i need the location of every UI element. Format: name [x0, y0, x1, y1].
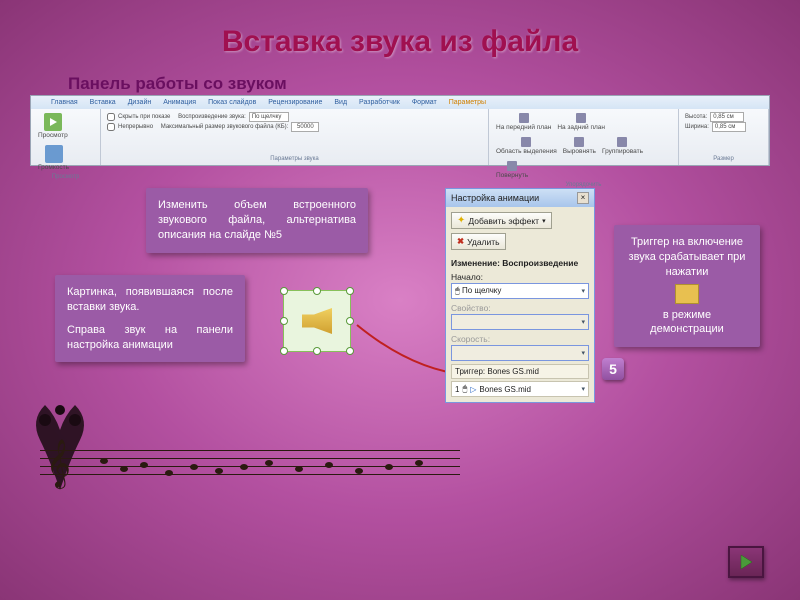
slide-number-badge: 5	[602, 358, 624, 380]
property-label: Свойство:	[451, 303, 589, 313]
close-button[interactable]: ×	[577, 192, 589, 204]
maxsize-field[interactable]: 50000	[291, 122, 319, 132]
ribbon-tabs: Главная Вставка Дизайн Анимация Показ сл…	[30, 95, 770, 109]
tab-slideshow[interactable]: Показ слайдов	[208, 99, 256, 106]
ribbon-toolbar: Просмотр Громкость Просмотр Скрыть при п…	[30, 108, 770, 166]
tab-view[interactable]: Вид	[334, 99, 347, 106]
tab-format[interactable]: Формат	[412, 99, 437, 106]
selection-pane-button[interactable]: Область выделения	[495, 136, 558, 156]
height-field[interactable]: 0,85 см	[710, 112, 744, 122]
resize-handle[interactable]	[280, 287, 288, 295]
resize-handle[interactable]	[280, 347, 288, 355]
tab-review[interactable]: Рецензирование	[268, 99, 322, 106]
maxsize-label: Максимальный размер звукового файла (КБ)…	[161, 124, 289, 130]
speaker-mini-icon	[675, 284, 699, 304]
loop-checkbox[interactable]	[107, 123, 115, 131]
speed-select: ▾	[451, 345, 589, 361]
callout-speaker-image: Картинка, появившаяся после вставки звук…	[55, 275, 245, 362]
chevron-down-icon: ▾	[581, 287, 585, 295]
resize-handle[interactable]	[346, 317, 354, 325]
speed-label: Скорость:	[451, 334, 589, 344]
tab-developer[interactable]: Разработчик	[359, 99, 400, 106]
playmode-label: Воспроизведение звука:	[178, 114, 246, 120]
play-icon: ▷	[470, 385, 476, 394]
align-button[interactable]: Выровнять	[562, 136, 597, 156]
ribbon-group-preview: Просмотр	[37, 174, 94, 180]
delete-icon: ✖	[457, 236, 464, 247]
rotate-button[interactable]: Повернуть	[495, 160, 529, 180]
callout-trigger-p2: в режиме демонстрации	[626, 308, 748, 338]
send-back-button[interactable]: На задний план	[556, 112, 606, 132]
tab-home[interactable]: Главная	[51, 99, 78, 106]
selection-pane-icon	[521, 137, 531, 147]
loop-label: Непрерывно	[118, 124, 153, 130]
tab-insert[interactable]: Вставка	[90, 99, 116, 106]
music-staff-decoration: 𝄞	[40, 440, 460, 492]
treble-clef-icon: 𝄞	[46, 440, 71, 488]
resize-handle[interactable]	[280, 317, 288, 325]
ribbon-group-sound-options: Параметры звука	[107, 156, 482, 162]
speaker-icon	[302, 308, 332, 334]
slide-subtitle: Панель работы со звуком	[68, 74, 800, 94]
play-icon	[44, 113, 62, 131]
hide-on-show-checkbox[interactable]	[107, 113, 115, 121]
tab-design[interactable]: Дизайн	[128, 99, 152, 106]
volume-icon	[45, 145, 63, 163]
height-label: Высота:	[685, 114, 707, 120]
callout-speaker-p2: Справа звук на панели настройка анимации	[67, 323, 233, 353]
next-slide-button[interactable]	[728, 546, 764, 578]
star-icon: ✦	[457, 215, 465, 226]
group-button[interactable]: Группировать	[601, 136, 644, 156]
volume-button[interactable]: Громкость	[37, 144, 70, 172]
trigger-row: Триггер: Bones GS.mid	[451, 364, 589, 379]
tab-options[interactable]: Параметры	[449, 99, 486, 106]
animation-pane-title: Настройка анимации	[451, 193, 539, 203]
start-label: Начало:	[451, 272, 589, 282]
callout-trigger: Триггер на включение звука срабатывает п…	[614, 225, 760, 347]
ribbon-group-size: Размер	[685, 156, 762, 162]
width-field[interactable]: 0,85 см	[712, 122, 746, 132]
play-preview-button[interactable]: Просмотр	[37, 112, 69, 140]
resize-handle[interactable]	[346, 347, 354, 355]
remove-effect-button[interactable]: ✖Удалить	[451, 233, 506, 250]
start-select[interactable]: 🖱 По щелчку▾	[451, 283, 589, 299]
callout-filesize: Изменить объем встроенного звукового фай…	[146, 188, 368, 253]
play-triangle-icon	[737, 553, 755, 571]
resize-handle[interactable]	[346, 287, 354, 295]
resize-handle[interactable]	[313, 347, 321, 355]
resize-handle[interactable]	[313, 287, 321, 295]
tab-animation[interactable]: Анимация	[163, 99, 196, 106]
bring-front-button[interactable]: На передний план	[495, 112, 552, 132]
animation-pane: Настройка анимации × ✦Добавить эффект ▾ …	[445, 188, 595, 403]
callout-trigger-p1: Триггер на включение звука срабатывает п…	[626, 235, 748, 280]
rotate-icon	[507, 161, 517, 171]
group-icon	[617, 137, 627, 147]
bring-front-icon	[519, 113, 529, 123]
send-back-icon	[576, 113, 586, 123]
add-effect-button[interactable]: ✦Добавить эффект ▾	[451, 212, 552, 229]
change-label: Изменение: Воспроизведение	[451, 258, 589, 268]
chevron-down-icon: ▾	[581, 385, 585, 393]
speaker-object-selected[interactable]	[283, 290, 351, 352]
slide-title: Вставка звука из файла	[0, 0, 800, 59]
animation-item[interactable]: 1 🖱 ▷ Bones GS.mid ▾	[451, 381, 589, 397]
hide-on-show-label: Скрыть при показе	[118, 114, 170, 120]
align-icon	[574, 137, 584, 147]
width-label: Ширина:	[685, 124, 709, 130]
property-select: ▾	[451, 314, 589, 330]
callout-speaker-p1: Картинка, появившаяся после вставки звук…	[67, 285, 233, 315]
playmode-select[interactable]: По щелчку	[249, 112, 289, 122]
